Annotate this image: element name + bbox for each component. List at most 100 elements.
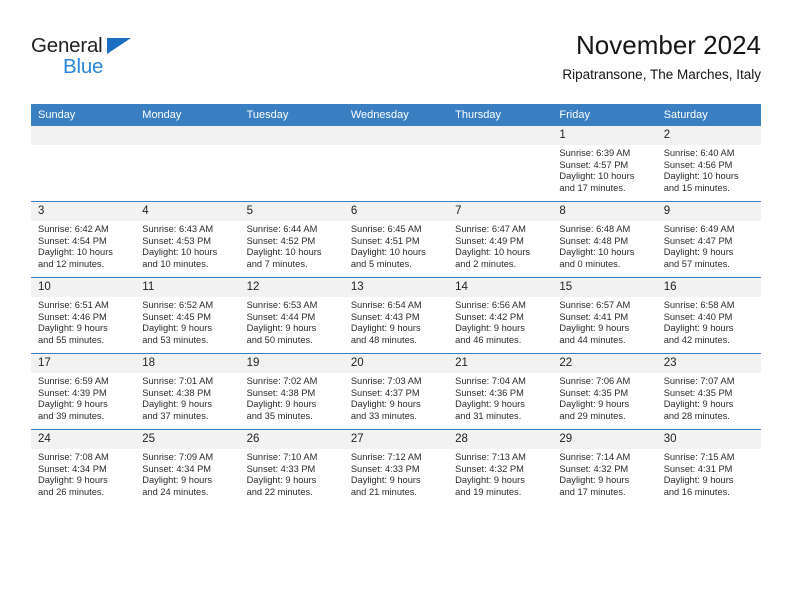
daylight-text-line1: Daylight: 9 hours <box>455 475 525 486</box>
day-number <box>31 126 136 145</box>
daylight-text-line1: Daylight: 9 hours <box>350 399 421 410</box>
calendar-day-cell[interactable]: 29 Sunrise: 7:14 AM Sunset: 4:32 PM Dayligh… <box>552 429 657 505</box>
day-details: Sunrise: 6:58 AM Sunset: 4:40 PM Daylight:… <box>657 297 761 346</box>
day-number: 19 <box>239 354 344 373</box>
daylight-text-line2: and 21 minutes. <box>350 486 417 497</box>
day-number <box>239 126 344 145</box>
calendar-day-cell[interactable]: 12 Sunrise: 6:53 AM Sunset: 4:44 PM Dayligh… <box>239 277 344 354</box>
daylight-text-line1: Daylight: 9 hours <box>350 323 421 334</box>
daylight-text-line2: and 29 minutes. <box>559 410 626 421</box>
calendar-week-row: 10 Sunrise: 6:51 AM Sunset: 4:46 PM Dayligh… <box>31 277 761 354</box>
day-number <box>448 126 553 145</box>
calendar-day-cell[interactable]: 8 Sunrise: 6:48 AM Sunset: 4:48 PM Daylight… <box>552 201 657 278</box>
sunrise-text: Sunrise: 7:15 AM <box>663 452 735 462</box>
calendar-day-cell[interactable]: 23 Sunrise: 7:07 AM Sunset: 4:35 PM Dayligh… <box>656 353 761 430</box>
calendar-day-cell[interactable]: 3 Sunrise: 6:42 AM Sunset: 4:54 PM Daylight… <box>31 201 136 278</box>
weekday-header-thursday: Thursday <box>448 104 553 126</box>
sunset-text: Sunset: 4:34 PM <box>38 463 107 474</box>
calendar-day-cell[interactable]: 15 Sunrise: 6:57 AM Sunset: 4:41 PM Dayligh… <box>552 277 657 354</box>
daylight-text-line1: Daylight: 9 hours <box>246 399 317 410</box>
daylight-text-line1: Daylight: 9 hours <box>246 323 317 334</box>
day-details: Sunrise: 6:44 AM Sunset: 4:52 PM Daylight:… <box>240 221 344 270</box>
daylight-text-line1: Daylight: 9 hours <box>455 323 525 334</box>
daylight-text-line1: Daylight: 9 hours <box>142 475 213 486</box>
sunrise-text: Sunrise: 7:06 AM <box>559 376 631 386</box>
day-details: Sunrise: 6:42 AM Sunset: 4:54 PM Daylight:… <box>31 221 135 270</box>
calendar-day-cell[interactable]: 18 Sunrise: 7:01 AM Sunset: 4:38 PM Dayligh… <box>135 353 240 430</box>
daylight-text-line2: and 12 minutes. <box>38 258 105 269</box>
calendar-day-cell[interactable]: 13 Sunrise: 6:54 AM Sunset: 4:43 PM Dayligh… <box>343 277 449 354</box>
day-number: 20 <box>343 354 449 373</box>
calendar-day-cell[interactable]: 4 Sunrise: 6:43 AM Sunset: 4:53 PM Daylight… <box>135 201 240 278</box>
sunrise-text: Sunrise: 6:45 AM <box>350 224 422 234</box>
sunset-text: Sunset: 4:38 PM <box>246 387 316 398</box>
calendar-day-cell[interactable]: 9 Sunrise: 6:49 AM Sunset: 4:47 PM Daylight… <box>656 201 761 278</box>
calendar-day-cell[interactable]: 17 Sunrise: 6:59 AM Sunset: 4:39 PM Dayligh… <box>31 353 136 430</box>
daylight-text-line2: and 19 minutes. <box>455 486 522 497</box>
page-title: November 2024 <box>576 30 761 60</box>
sunset-text: Sunset: 4:56 PM <box>663 159 733 170</box>
sunrise-text: Sunrise: 6:48 AM <box>559 224 631 234</box>
day-number: 16 <box>656 278 761 297</box>
calendar-day-cell[interactable]: 28 Sunrise: 7:13 AM Sunset: 4:32 PM Dayligh… <box>448 429 553 505</box>
calendar-day-cell[interactable]: 5 Sunrise: 6:44 AM Sunset: 4:52 PM Daylight… <box>239 201 344 278</box>
calendar-day-cell[interactable]: 10 Sunrise: 6:51 AM Sunset: 4:46 PM Dayligh… <box>31 277 136 354</box>
day-details: Sunrise: 7:15 AM Sunset: 4:31 PM Daylight:… <box>657 449 761 498</box>
daylight-text-line2: and 44 minutes. <box>559 334 626 345</box>
sunset-text: Sunset: 4:32 PM <box>455 463 524 474</box>
day-details: Sunrise: 7:03 AM Sunset: 4:37 PM Daylight:… <box>344 373 448 422</box>
calendar-day-cell[interactable]: 2 Sunrise: 6:40 AM Sunset: 4:56 PM Daylight… <box>656 126 761 202</box>
daylight-text-line1: Daylight: 9 hours <box>559 323 630 334</box>
sunset-text: Sunset: 4:36 PM <box>455 387 524 398</box>
weekday-header-monday: Monday <box>135 104 240 126</box>
calendar-day-cell[interactable]: 30 Sunrise: 7:15 AM Sunset: 4:31 PM Dayligh… <box>656 429 761 505</box>
day-number: 28 <box>448 430 553 449</box>
daylight-text-line2: and 46 minutes. <box>455 334 522 345</box>
calendar-day-cell[interactable]: 24 Sunrise: 7:08 AM Sunset: 4:34 PM Dayligh… <box>31 429 136 505</box>
calendar-week-row: 3 Sunrise: 6:42 AM Sunset: 4:54 PM Daylight… <box>31 201 761 278</box>
calendar-day-cell[interactable]: 20 Sunrise: 7:03 AM Sunset: 4:37 PM Dayligh… <box>343 353 449 430</box>
sunrise-text: Sunrise: 7:01 AM <box>142 376 214 386</box>
calendar-day-cell[interactable]: 19 Sunrise: 7:02 AM Sunset: 4:38 PM Dayligh… <box>239 353 344 430</box>
calendar-day-cell[interactable]: 7 Sunrise: 6:47 AM Sunset: 4:49 PM Daylight… <box>448 201 553 278</box>
daylight-text-line1: Daylight: 10 hours <box>142 247 218 258</box>
day-number: 26 <box>239 430 344 449</box>
day-details: Sunrise: 7:13 AM Sunset: 4:32 PM Daylight:… <box>448 449 552 498</box>
sunrise-text: Sunrise: 6:44 AM <box>246 224 318 234</box>
sunset-text: Sunset: 4:51 PM <box>350 235 420 246</box>
calendar-day-cell[interactable]: 6 Sunrise: 6:45 AM Sunset: 4:51 PM Daylight… <box>343 201 449 278</box>
calendar-day-cell[interactable]: 26 Sunrise: 7:10 AM Sunset: 4:33 PM Dayligh… <box>239 429 344 505</box>
daylight-text-line1: Daylight: 9 hours <box>559 475 630 486</box>
day-number: 9 <box>656 202 761 221</box>
daylight-text-line1: Daylight: 10 hours <box>559 247 635 258</box>
day-number: 2 <box>656 126 761 145</box>
sunrise-text: Sunrise: 7:10 AM <box>246 452 318 462</box>
day-number: 25 <box>135 430 240 449</box>
day-number: 27 <box>343 430 449 449</box>
day-details: Sunrise: 7:08 AM Sunset: 4:34 PM Daylight:… <box>31 449 135 498</box>
day-number: 11 <box>135 278 240 297</box>
day-number: 17 <box>31 354 136 373</box>
calendar-day-cell[interactable]: 22 Sunrise: 7:06 AM Sunset: 4:35 PM Dayligh… <box>552 353 657 430</box>
daylight-text-line1: Daylight: 10 hours <box>455 247 531 258</box>
day-number: 7 <box>448 202 553 221</box>
calendar-day-cell[interactable]: 1 Sunrise: 6:39 AM Sunset: 4:57 PM Daylight… <box>552 126 657 202</box>
day-details: Sunrise: 7:12 AM Sunset: 4:33 PM Daylight:… <box>344 449 448 498</box>
calendar-day-cell[interactable]: 25 Sunrise: 7:09 AM Sunset: 4:34 PM Dayligh… <box>135 429 240 505</box>
day-number: 15 <box>552 278 657 297</box>
calendar-day-cell[interactable]: 11 Sunrise: 6:52 AM Sunset: 4:45 PM Dayligh… <box>135 277 240 354</box>
calendar-body: 1 Sunrise: 6:39 AM Sunset: 4:57 PM Daylight… <box>31 126 761 505</box>
calendar-day-cell[interactable]: 27 Sunrise: 7:12 AM Sunset: 4:33 PM Dayligh… <box>343 429 449 505</box>
sunset-text: Sunset: 4:54 PM <box>38 235 107 246</box>
daylight-text-line1: Daylight: 10 hours <box>38 247 113 258</box>
day-details: Sunrise: 6:47 AM Sunset: 4:49 PM Daylight:… <box>448 221 552 270</box>
calendar-day-cell[interactable]: 21 Sunrise: 7:04 AM Sunset: 4:36 PM Dayligh… <box>448 353 553 430</box>
general-blue-logo[interactable]: General Blue <box>31 34 161 82</box>
sunset-text: Sunset: 4:37 PM <box>350 387 420 398</box>
calendar-day-cell[interactable]: 14 Sunrise: 6:56 AM Sunset: 4:42 PM Dayligh… <box>448 277 553 354</box>
day-number: 10 <box>31 278 136 297</box>
sunrise-text: Sunrise: 7:12 AM <box>350 452 422 462</box>
daylight-text-line1: Daylight: 9 hours <box>38 323 108 334</box>
sunset-text: Sunset: 4:39 PM <box>38 387 107 398</box>
calendar-day-cell[interactable]: 16 Sunrise: 6:58 AM Sunset: 4:40 PM Dayligh… <box>656 277 761 354</box>
